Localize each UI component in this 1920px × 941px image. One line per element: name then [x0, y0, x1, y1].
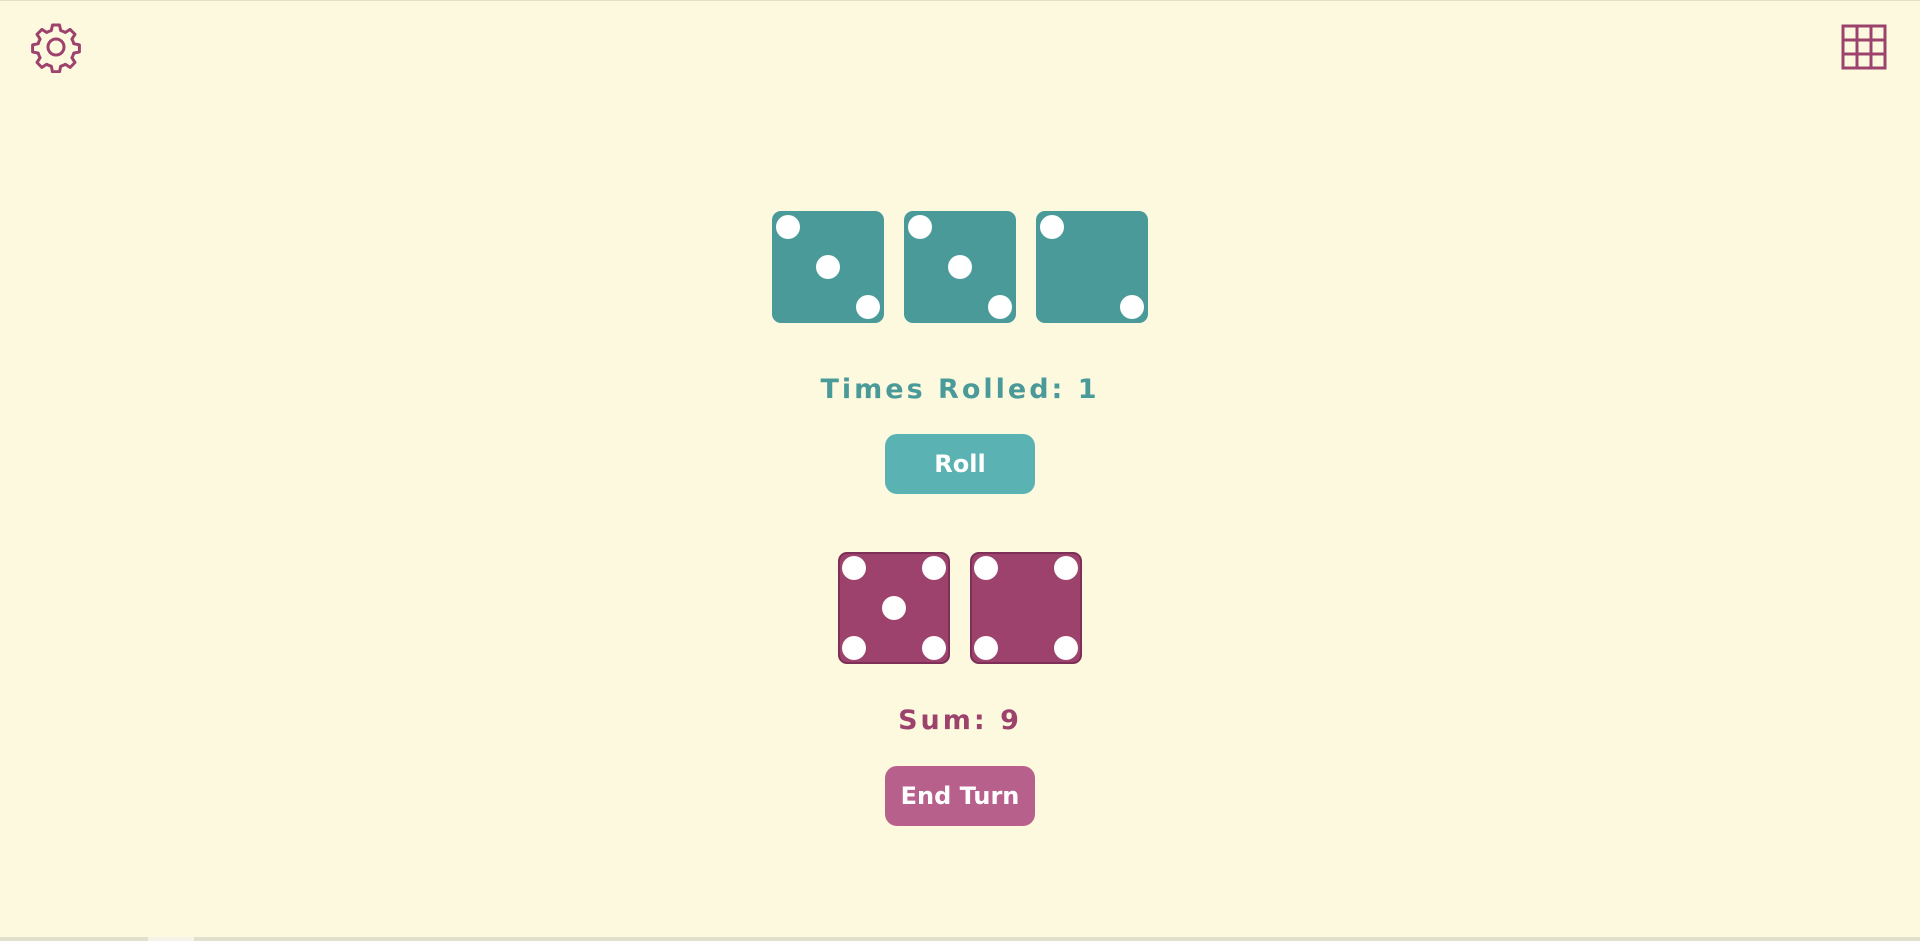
die-pip — [974, 556, 998, 580]
die-pip — [842, 636, 866, 660]
sum-label: Sum: 9 — [898, 705, 1022, 736]
gear-icon — [30, 21, 82, 77]
die-pip — [816, 255, 840, 279]
die-2[interactable] — [904, 211, 1016, 323]
die-pip — [922, 636, 946, 660]
kept-dice-row — [0, 552, 1920, 664]
roll-button[interactable]: Roll — [885, 434, 1035, 494]
settings-button[interactable] — [30, 23, 82, 75]
die-1[interactable] — [838, 552, 950, 664]
scorecard-button[interactable] — [1838, 23, 1890, 75]
die-pip — [1054, 556, 1078, 580]
die-pip — [908, 215, 932, 239]
times-rolled-label: Times Rolled: 1 — [820, 374, 1100, 405]
die-pip — [948, 255, 972, 279]
die-pip — [776, 215, 800, 239]
die-pip — [988, 295, 1012, 319]
die-pip — [882, 596, 906, 620]
die-pip — [856, 295, 880, 319]
die-2[interactable] — [970, 552, 1082, 664]
horizontal-scrollbar[interactable] — [0, 937, 1920, 941]
die-pip — [1040, 215, 1064, 239]
die-3[interactable] — [1036, 211, 1148, 323]
die-1[interactable] — [772, 211, 884, 323]
rolling-dice-row — [0, 211, 1920, 323]
die-pip — [922, 556, 946, 580]
die-pip — [974, 636, 998, 660]
grid-icon — [1840, 23, 1888, 75]
die-pip — [842, 556, 866, 580]
scrollbar-thumb[interactable] — [148, 937, 194, 941]
die-pip — [1054, 636, 1078, 660]
end-turn-button[interactable]: End Turn — [885, 766, 1035, 826]
die-pip — [1120, 295, 1144, 319]
